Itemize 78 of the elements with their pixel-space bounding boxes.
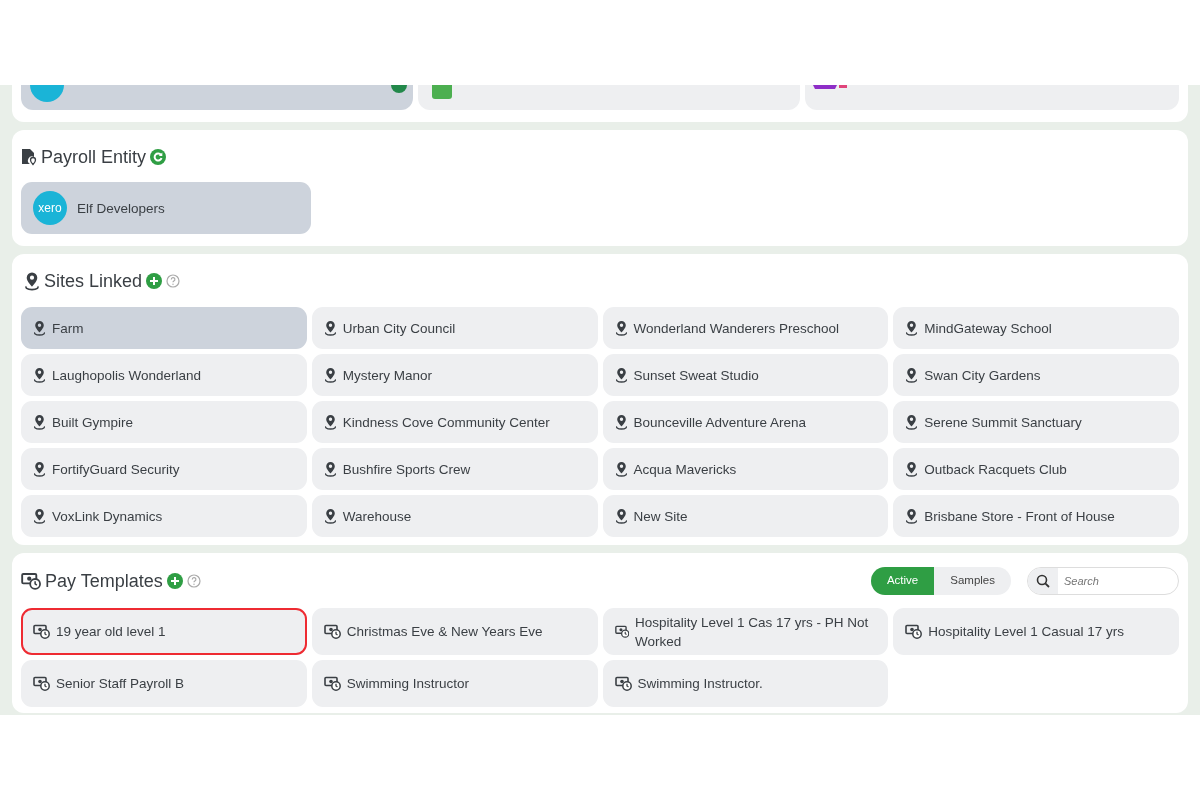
- pin-icon: [905, 367, 919, 383]
- logo-icon: [30, 85, 64, 105]
- site-tile[interactable]: New Site: [602, 495, 889, 537]
- search-button[interactable]: [1028, 568, 1058, 594]
- site-tile[interactable]: VoxLink Dynamics: [21, 495, 307, 537]
- pin-icon: [33, 508, 46, 524]
- site-tile[interactable]: Bushfire Sports Crew: [311, 448, 598, 490]
- pin-icon: [323, 367, 337, 383]
- pin-icon: [614, 508, 628, 524]
- template-tile[interactable]: Swimming Instructor: [311, 660, 598, 707]
- csv-file-icon: [432, 85, 452, 99]
- site-tile[interactable]: FortifyGuard Security: [21, 448, 307, 490]
- pin-icon: [323, 414, 337, 430]
- integration-tile[interactable]: [21, 85, 413, 110]
- site-tile[interactable]: Mystery Manor: [311, 354, 598, 396]
- pin-icon: [905, 508, 919, 524]
- xero-logo: xero: [33, 191, 67, 225]
- section-title: Sites Linked: [44, 269, 143, 293]
- site-tile[interactable]: Brisbane Store - Front of House: [893, 495, 1179, 537]
- template-tile[interactable]: Christmas Eve & New Years Eve: [311, 608, 598, 655]
- pin-icon: [614, 461, 628, 477]
- site-tile[interactable]: Acqua Mavericks: [602, 448, 889, 490]
- pin-icon: [33, 414, 46, 430]
- entity-name: Elf Developers: [77, 199, 165, 218]
- site-tile[interactable]: Swan City Gardens: [893, 354, 1179, 396]
- add-icon[interactable]: [166, 573, 183, 589]
- help-icon[interactable]: [186, 574, 201, 588]
- site-tile[interactable]: MindGateway School: [893, 307, 1179, 349]
- money-clock-icon: [323, 624, 341, 639]
- pin-icon: [614, 367, 628, 383]
- site-tile[interactable]: Serene Summit Sanctuary: [893, 401, 1179, 443]
- add-icon[interactable]: [146, 273, 163, 289]
- money-clock-icon: [323, 676, 341, 691]
- pin-icon: [323, 508, 337, 524]
- site-tile[interactable]: Built Gympire: [21, 401, 307, 443]
- money-clock-icon: [33, 676, 50, 691]
- site-tile[interactable]: Warehouse: [311, 495, 598, 537]
- site-tile[interactable]: Kindness Cove Community Center: [311, 401, 598, 443]
- pin-icon: [905, 320, 919, 336]
- template-tile[interactable]: Hospitality Level 1 Casual 17 yrs: [893, 608, 1179, 655]
- integration-tile[interactable]: [805, 85, 1179, 110]
- integration-tile[interactable]: [418, 85, 800, 110]
- site-tile[interactable]: Urban City Council: [311, 307, 598, 349]
- site-tile[interactable]: Wonderland Wanderers Preschool: [602, 307, 889, 349]
- section-title: Payroll Entity: [41, 145, 147, 169]
- section-title: Pay Templates: [45, 569, 163, 593]
- filter-tab[interactable]: Samples: [934, 567, 1011, 595]
- money-clock-icon: [905, 624, 923, 639]
- money-clock-icon: [614, 676, 632, 691]
- search-box[interactable]: Search: [1027, 567, 1179, 595]
- site-tile[interactable]: Laughopolis Wonderland: [21, 354, 307, 396]
- entity-tile[interactable]: xero Elf Developers: [21, 182, 311, 234]
- help-icon[interactable]: [166, 274, 181, 288]
- template-tile[interactable]: Swimming Instructor.: [602, 660, 889, 707]
- site-tile[interactable]: Bounceville Adventure Arena: [602, 401, 889, 443]
- site-tile[interactable]: Outback Racquets Club: [893, 448, 1179, 490]
- search-icon: [1036, 574, 1050, 588]
- money-clock-icon: [614, 624, 629, 639]
- pin-icon: [33, 461, 46, 477]
- template-tile[interactable]: Senior Staff Payroll B: [21, 660, 307, 707]
- pin-icon: [905, 414, 919, 430]
- site-tile[interactable]: Farm: [21, 307, 307, 349]
- pin-icon: [323, 320, 337, 336]
- pin-icon: [323, 461, 337, 477]
- logo-icon: [813, 85, 847, 90]
- template-tile[interactable]: Hospitality Level 1 Cas 17 yrs - PH Not Worked: [602, 608, 889, 655]
- money-clock-icon: [33, 624, 50, 639]
- site-tile[interactable]: Sunset Sweat Studio: [602, 354, 889, 396]
- money-clock-icon: [21, 572, 41, 590]
- document-pin-icon: [21, 148, 37, 166]
- template-tile[interactable]: 19 year old level 1: [21, 608, 307, 655]
- pin-icon: [614, 320, 628, 336]
- refresh-icon[interactable]: [150, 149, 167, 165]
- pin-icon: [614, 414, 628, 430]
- pin-icon: [33, 320, 46, 336]
- pin-icon: [24, 271, 40, 291]
- pin-icon: [905, 461, 919, 477]
- pin-icon: [33, 367, 46, 383]
